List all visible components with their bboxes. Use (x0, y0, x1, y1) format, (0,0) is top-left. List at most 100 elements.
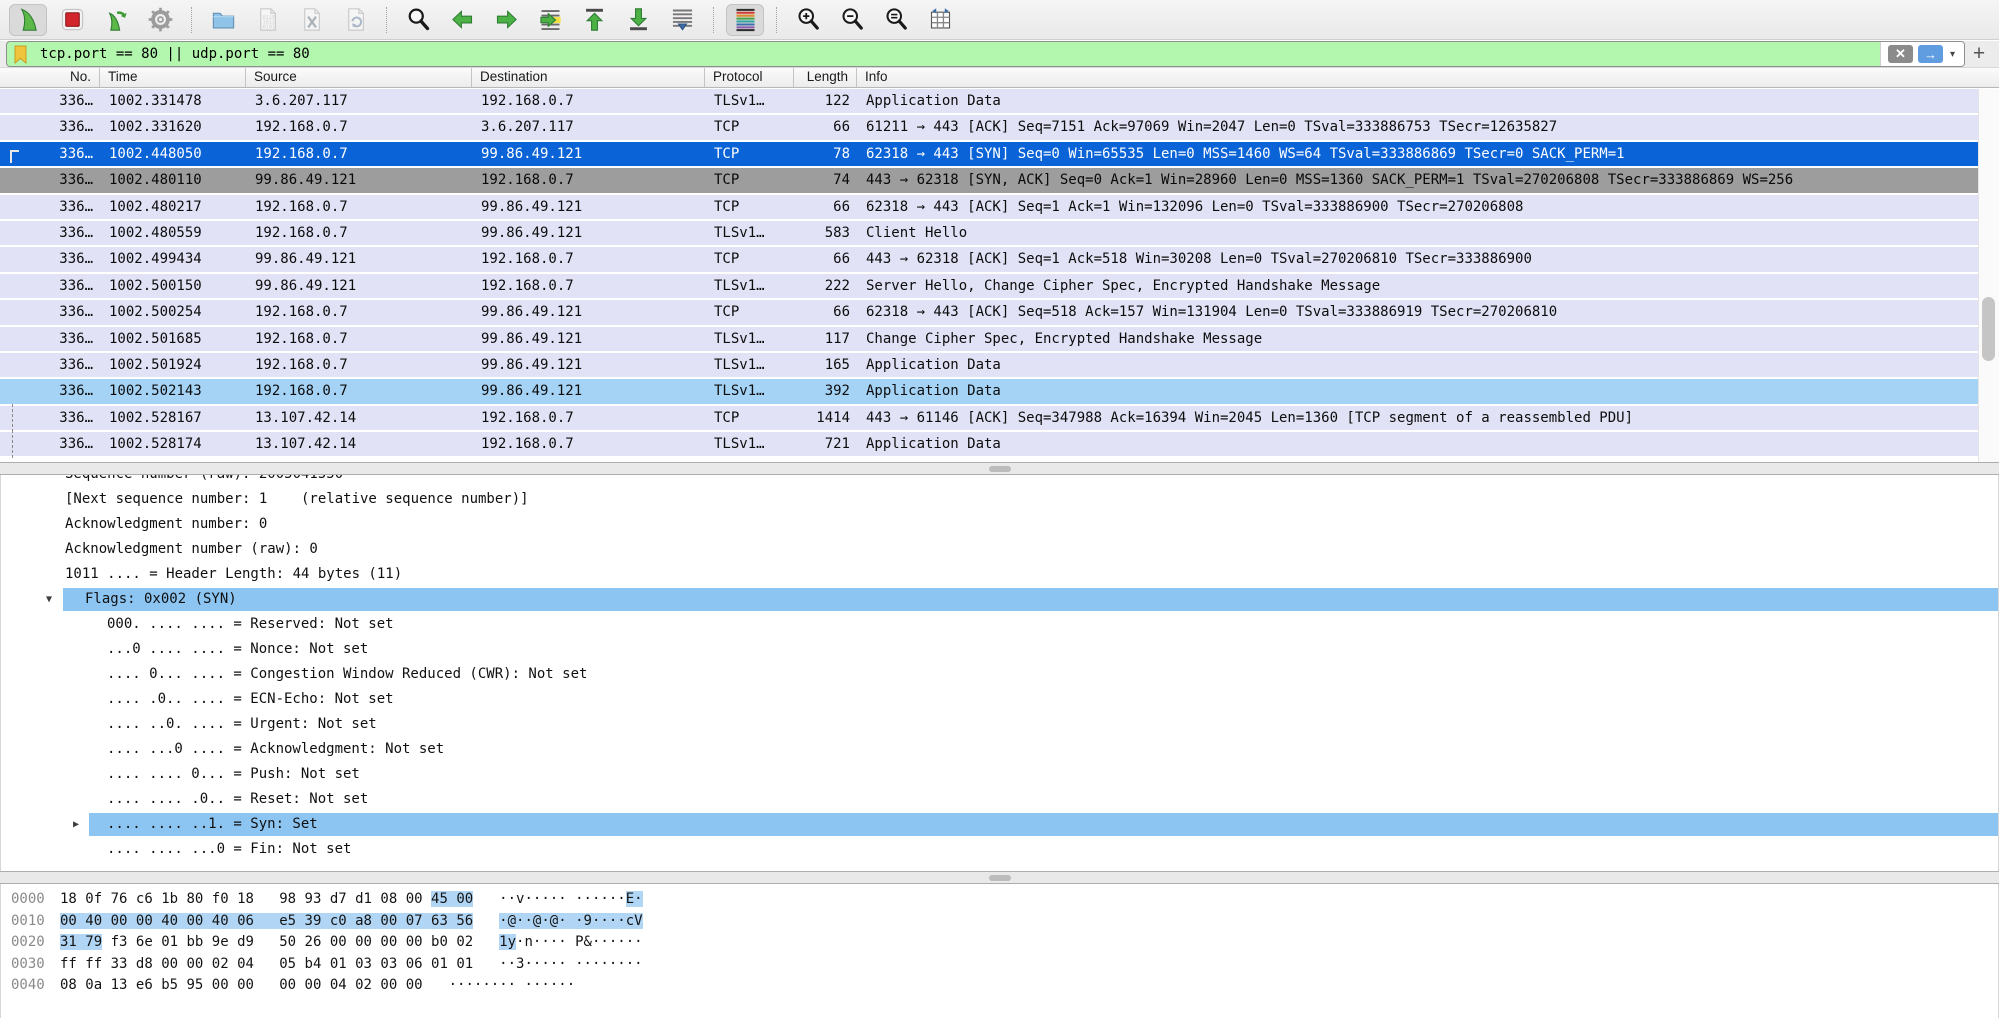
packet-row[interactable]: 336…1002.448050192.168.0.799.86.49.121TC… (0, 142, 1979, 166)
filter-bookmark-button[interactable] (7, 42, 33, 66)
hex-byte[interactable]: 00 (186, 956, 203, 972)
column-header-time[interactable]: Time (100, 68, 246, 87)
hex-byte[interactable]: ff (60, 956, 77, 972)
packet-row[interactable]: 336…1002.501685192.168.0.799.86.49.121TL… (0, 327, 1979, 351)
restart-capture-button[interactable] (97, 4, 135, 36)
next-packet-button[interactable] (487, 4, 525, 36)
hex-byte[interactable]: 9e (212, 934, 229, 950)
ascii-char[interactable]: · (584, 956, 592, 972)
hex-byte[interactable]: b0 (431, 934, 448, 950)
hex-byte[interactable]: 00 (161, 956, 178, 972)
hex-byte[interactable]: 00 (237, 977, 254, 993)
hex-byte[interactable]: 04 (237, 956, 254, 972)
detail-line[interactable]: .... .... 0... = Push: Not set (1, 762, 1998, 787)
list-details-splitter[interactable] (0, 462, 1999, 475)
column-header-length[interactable]: Length (794, 68, 857, 87)
hex-byte[interactable]: 40 (212, 913, 229, 929)
ascii-char[interactable]: · (508, 977, 516, 993)
hex-byte[interactable]: 06 (237, 913, 254, 929)
ascii-char[interactable]: · (600, 934, 608, 950)
hex-byte[interactable]: 00 (212, 977, 229, 993)
ascii-char[interactable]: · (567, 977, 575, 993)
hex-byte[interactable]: 95 (186, 977, 203, 993)
hex-byte[interactable]: a8 (355, 913, 372, 929)
ascii-char[interactable]: · (617, 934, 625, 950)
detail-line[interactable]: .... ...0 .... = Acknowledgment: Not set (1, 737, 1998, 762)
hex-byte[interactable]: 00 (355, 934, 372, 950)
ascii-char[interactable]: · (524, 913, 532, 929)
ascii-char[interactable]: 9 (584, 913, 592, 929)
hex-byte[interactable]: f0 (212, 891, 229, 907)
ascii-char[interactable]: · (499, 977, 507, 993)
detail-line[interactable]: Acknowledgment number: 0 (1, 512, 1998, 537)
ascii-char[interactable]: · (524, 956, 532, 972)
detail-line[interactable]: .... 0... .... = Congestion Window Reduc… (1, 662, 1998, 687)
ascii-char[interactable]: · (558, 956, 566, 972)
resize-columns-button[interactable] (921, 4, 959, 36)
hex-byte[interactable]: d7 (330, 891, 347, 907)
zoom-in-button[interactable] (789, 4, 827, 36)
hex-byte[interactable]: 01 (161, 934, 178, 950)
capture-options-button[interactable] (141, 4, 179, 36)
hex-byte[interactable]: 00 (380, 913, 397, 929)
packet-row[interactable]: 336…1002.50015099.86.49.121192.168.0.7TL… (0, 274, 1979, 298)
ascii-char[interactable]: · (634, 891, 642, 907)
hex-byte[interactable]: 01 (456, 956, 473, 972)
open-capture-file-button[interactable] (204, 4, 242, 36)
ascii-char[interactable]: · (558, 977, 566, 993)
expand-toggle-icon[interactable]: ▶ (73, 812, 79, 837)
previous-packet-button[interactable] (443, 4, 481, 36)
ascii-char[interactable]: · (617, 891, 625, 907)
scrollbar-thumb[interactable] (1982, 297, 1995, 361)
apply-filter-button[interactable]: → (1918, 45, 1943, 63)
ascii-char[interactable]: · (626, 956, 634, 972)
ascii-char[interactable]: · (541, 977, 549, 993)
hex-byte[interactable]: 00 (406, 934, 423, 950)
ascii-char[interactable]: · (499, 913, 507, 929)
ascii-char[interactable]: · (600, 956, 608, 972)
hex-row[interactable]: 001000 40 00 00 40 00 40 06 e5 39 c0 a8 … (11, 911, 1998, 933)
ascii-char[interactable]: · (499, 891, 507, 907)
hex-byte[interactable]: 63 (431, 913, 448, 929)
packet-row[interactable]: 336…1002.48011099.86.49.121192.168.0.7TC… (0, 168, 1979, 192)
hex-byte[interactable]: 08 (60, 977, 77, 993)
hex-byte[interactable]: 00 (60, 913, 77, 929)
hex-byte[interactable]: 00 (456, 891, 473, 907)
hex-byte[interactable]: d8 (136, 956, 153, 972)
ascii-char[interactable]: · (558, 891, 566, 907)
hex-byte[interactable]: 00 (406, 891, 423, 907)
hex-byte[interactable]: 98 (279, 891, 296, 907)
ascii-char[interactable]: · (541, 934, 549, 950)
hex-byte[interactable]: 01 (330, 956, 347, 972)
hex-byte[interactable]: 00 (279, 977, 296, 993)
ascii-char[interactable]: 1 (499, 934, 507, 950)
zoom-out-button[interactable] (833, 4, 871, 36)
hex-row[interactable]: 000018 0f 76 c6 1b 80 f0 18 98 93 d7 d1 … (11, 889, 1998, 911)
hex-byte[interactable]: e5 (279, 913, 296, 929)
hex-byte[interactable]: 18 (237, 891, 254, 907)
hex-byte[interactable]: 40 (85, 913, 102, 929)
ascii-char[interactable]: · (541, 956, 549, 972)
hex-byte[interactable]: 13 (111, 977, 128, 993)
hex-byte[interactable]: 33 (111, 956, 128, 972)
ascii-char[interactable]: · (600, 891, 608, 907)
hex-byte[interactable]: 1b (161, 891, 178, 907)
detail-line[interactable]: .... ..0. .... = Urgent: Not set (1, 712, 1998, 737)
hex-row[interactable]: 004008 0a 13 e6 b5 95 00 00 00 00 04 02 … (11, 975, 1998, 997)
ascii-char[interactable]: · (558, 934, 566, 950)
hex-byte[interactable]: 00 (330, 934, 347, 950)
packet-row[interactable]: 336…1002.500254192.168.0.799.86.49.121TC… (0, 300, 1979, 324)
auto-scroll-live-button[interactable] (663, 4, 701, 36)
filter-history-button[interactable]: ▾ (1948, 49, 1957, 60)
ascii-char[interactable]: · (617, 956, 625, 972)
detail-line[interactable]: ▼Flags: 0x002 (SYN) (1, 587, 1998, 612)
ascii-char[interactable]: · (541, 913, 549, 929)
hex-byte[interactable]: 06 (406, 956, 423, 972)
hex-byte[interactable]: 6e (136, 934, 153, 950)
hex-byte[interactable]: 93 (305, 891, 322, 907)
hex-byte[interactable]: d1 (355, 891, 372, 907)
start-capture-button[interactable] (9, 4, 47, 36)
ascii-char[interactable]: · (626, 934, 634, 950)
ascii-char[interactable]: @ (550, 913, 558, 929)
ascii-char[interactable]: · (575, 913, 583, 929)
